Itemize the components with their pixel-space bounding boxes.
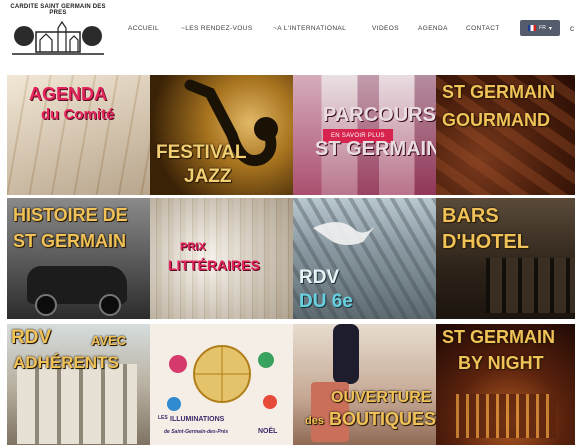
tile-title: AGENDA <box>29 84 108 104</box>
rendezvous-grid: AGENDA du Comité FESTIVAL JAZZ PARCOURS … <box>7 75 575 445</box>
nav-contact[interactable]: CONTACT <box>466 25 500 32</box>
tile-title: RDV <box>299 267 340 288</box>
tile-agenda[interactable]: AGENDA du Comité <box>7 75 150 195</box>
tile-subtitle: DU 6e <box>299 291 353 312</box>
tile-illuminations-noel[interactable]: LES ILLUMINATIONS de Saint-Germain-des-P… <box>150 324 293 445</box>
tile-subtitle: LITTÉRAIRES <box>168 257 260 273</box>
tile-title: RDV <box>11 327 52 348</box>
tile-title: ST GERMAIN <box>442 327 556 347</box>
tile-title: HISTOIRE de <box>13 205 128 225</box>
tile-parcours-st-germain[interactable]: PARCOURS EN SAVOIR PLUS ST GERMAIN <box>293 75 436 195</box>
search-icon[interactable]: c <box>570 24 574 33</box>
tile-subtitle: NOËL <box>258 428 278 435</box>
tile-festival-jazz[interactable]: FESTIVAL JAZZ <box>150 75 293 195</box>
tile-subtitle: D'HOTEL <box>442 231 529 253</box>
tile-subtitle: BOUTIQUES <box>329 409 436 429</box>
nav-les-rendez-vous[interactable]: ~LES RENDEZ-VOUS <box>181 25 253 32</box>
tile-subtitle: ST GERMAIN <box>13 231 127 251</box>
language-selector[interactable]: FR ▾ <box>520 20 560 36</box>
site-logo[interactable]: CARDITE SAINT GERMAIN DES PRES <box>8 4 108 60</box>
tile-title: ST GERMAIN <box>442 82 556 102</box>
tile-text: des <box>305 415 324 427</box>
tile-kicker: LES <box>158 415 168 421</box>
tile-st-germain-by-night[interactable]: ST GERMAIN BY NIGHT <box>436 324 575 445</box>
tile-st-germain-gourmand[interactable]: ST GERMAIN GOURMAND <box>436 75 575 195</box>
tile-text: de Saint-Germain-des-Prés <box>164 429 229 435</box>
tile-title: PRIX <box>180 241 206 253</box>
tile-prix-litteraires[interactable]: PRIX LITTÉRAIRES <box>150 198 293 319</box>
tile-rdv-adherents[interactable]: RDV AVEC ADHÉRENTS <box>7 324 150 445</box>
tile-subtitle: GOURMAND <box>442 110 550 130</box>
tile-rdv-du-6e[interactable]: RDV DU 6e <box>293 198 436 319</box>
nav-agenda[interactable]: AGENDA <box>418 25 448 32</box>
tile-title: ILLUMINATIONS <box>170 416 225 423</box>
nav-videos[interactable]: VIDEOS <box>372 25 399 32</box>
tile-ouverture-boutiques[interactable]: OUVERTURE des BOUTIQUES <box>293 324 436 445</box>
christmas-ornaments-icon <box>167 345 277 411</box>
tile-bars-dhotel[interactable]: BARS D'HOTEL <box>436 198 575 319</box>
tile-subtitle: ADHÉRENTS <box>13 353 119 372</box>
tile-title: BARS <box>442 205 499 227</box>
nav-accueil[interactable]: ACCUEIL <box>128 25 159 32</box>
chevron-down-icon: ▾ <box>548 25 552 32</box>
tile-subtitle: JAZZ <box>184 166 232 187</box>
language-label: FR <box>539 25 546 31</box>
tile-title: PARCOURS <box>323 104 436 126</box>
france-flag-icon <box>528 25 537 31</box>
tile-histoire-st-germain[interactable]: HISTOIRE de ST GERMAIN <box>7 198 150 319</box>
nav-international[interactable]: ~A L'INTERNATIONAL <box>273 25 346 32</box>
tile-subtitle: du Comité <box>41 106 115 123</box>
tile-text: AVEC <box>91 333 127 348</box>
tile-subtitle: ST GERMAIN <box>315 138 436 160</box>
tile-title: FESTIVAL <box>156 142 247 163</box>
tile-subtitle: BY NIGHT <box>458 353 544 373</box>
tile-title: OUVERTURE <box>331 389 432 406</box>
logo-illustration-icon <box>12 20 104 55</box>
